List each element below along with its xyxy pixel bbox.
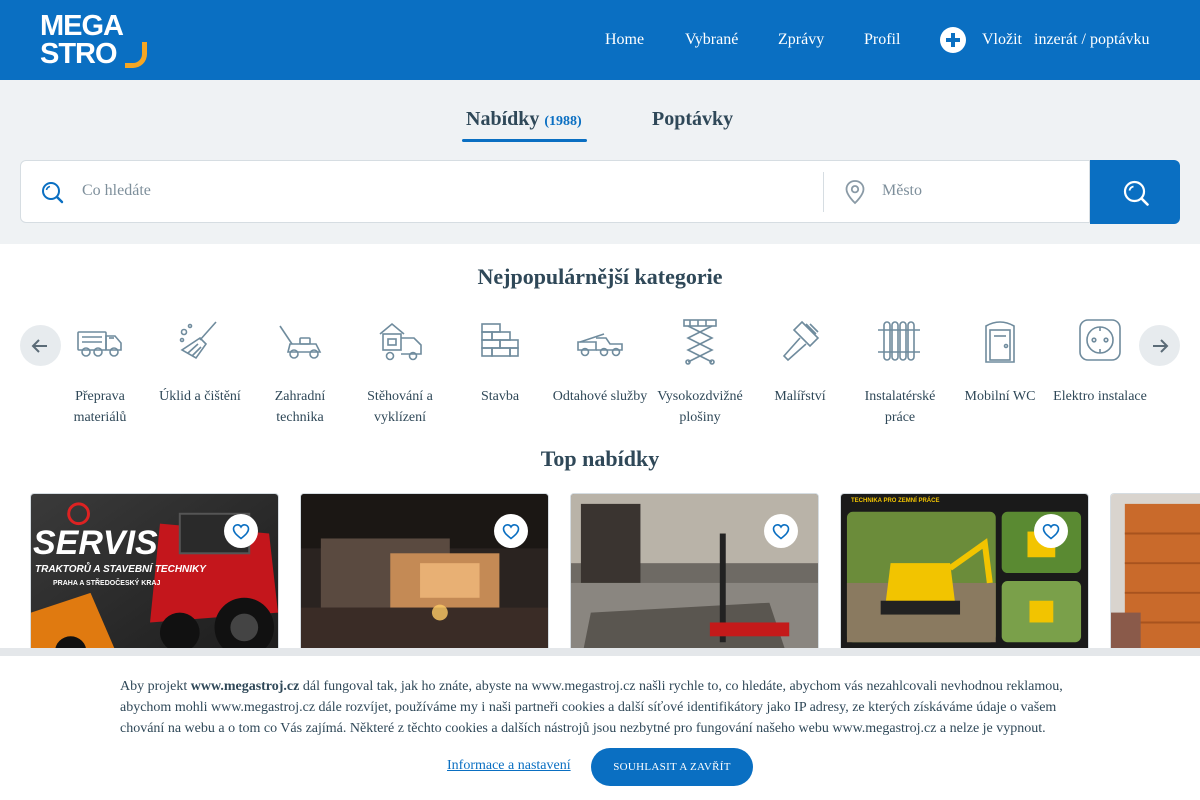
category-label: Stěhování a vyklízení <box>367 389 433 425</box>
heart-icon <box>232 523 250 540</box>
category-lifts[interactable]: Vysokozdvižné plošiny <box>650 316 750 428</box>
favorite-button[interactable] <box>1034 514 1068 548</box>
category-moving[interactable]: Stěhování a vyklízení <box>350 316 450 428</box>
tab-offers-label: Nabídky <box>466 108 540 130</box>
offer-card[interactable] <box>1110 493 1200 663</box>
category-towing[interactable]: Odtahové služby <box>550 316 650 407</box>
plus-circle-icon[interactable] <box>940 27 966 53</box>
search-icon <box>42 182 64 204</box>
category-label: Zahradní technika <box>274 389 326 425</box>
cookie-accept-button[interactable]: SOUHLASIT A ZAVŘÍT <box>591 748 753 786</box>
favorite-button[interactable] <box>224 514 258 548</box>
active-tab-indicator <box>462 139 587 142</box>
heart-icon <box>1042 523 1060 540</box>
tab-offers-count: (1988) <box>544 114 582 129</box>
search-submit-button[interactable] <box>1090 160 1180 224</box>
cookie-text-intro: Aby projekt <box>120 679 191 694</box>
category-label: Instalatérské práce <box>864 389 936 425</box>
favorite-button[interactable] <box>494 514 528 548</box>
city-input[interactable] <box>872 162 1082 220</box>
category-label: Úklid a čištění <box>159 389 241 404</box>
offer-card[interactable]: SERVIS TRAKTORŮ A STAVEBNÍ TECHNIKY PRAH… <box>30 493 279 663</box>
arrow-left-icon <box>31 339 47 353</box>
nav-messages[interactable]: Zprávy <box>778 0 824 80</box>
heart-icon <box>772 523 790 540</box>
cookie-text-domain: www.megastroj.cz <box>190 679 300 694</box>
category-label: Přeprava materiálů <box>73 389 127 425</box>
tab-requests[interactable]: Poptávky <box>652 108 733 131</box>
nav-insert-listing[interactable]: Vložit inzerát / poptávku <box>982 0 1150 80</box>
favorite-button[interactable] <box>764 514 798 548</box>
category-painting[interactable]: Malířství <box>750 316 850 407</box>
category-transport[interactable]: Přeprava materiálů <box>50 316 150 428</box>
radiator-icon <box>878 321 920 361</box>
category-plumbing[interactable]: Instalatérské práce <box>850 316 950 428</box>
scissor-lift-icon <box>683 319 717 365</box>
location-pin-icon <box>845 180 865 205</box>
moving-van-icon <box>379 322 422 361</box>
tab-offers[interactable]: Nabídky (1988) <box>466 108 582 131</box>
paint-brush-icon <box>782 320 820 362</box>
category-electrical[interactable]: Elektro instalace <box>1050 316 1150 407</box>
truck-icon <box>77 331 122 357</box>
card-overlay-subtitle: TRAKTORŮ A STAVEBNÍ TECHNIKY <box>35 564 206 575</box>
card-overlay-title: SERVIS <box>33 524 158 562</box>
site-header: MEGA STRO Home Vybrané Zprávy Profil Vlo… <box>0 0 1200 80</box>
category-label: Mobilní WC <box>964 389 1036 404</box>
offers-title: Top nabídky <box>540 446 660 471</box>
category-garden[interactable]: Zahradní technika <box>250 316 350 428</box>
nav-selected[interactable]: Vybrané <box>685 0 738 80</box>
garage-door-photo <box>1111 494 1200 662</box>
tow-truck-icon <box>577 333 623 357</box>
category-label: Malířství <box>774 389 826 404</box>
search-input[interactable] <box>72 162 812 220</box>
offer-card[interactable]: TECHNIKA PRO ZEMNÍ PRÁCE <box>840 493 1089 663</box>
search-icon <box>1123 180 1149 206</box>
category-label: Odtahové služby <box>552 389 648 404</box>
category-mobile-wc[interactable]: Mobilní WC <box>950 316 1050 407</box>
category-construction[interactable]: Stavba <box>450 316 550 407</box>
broom-icon <box>179 321 217 360</box>
cookie-settings-link[interactable]: Informace a nastavení <box>447 758 571 774</box>
nav-profile[interactable]: Profil <box>864 0 900 80</box>
card-overlay-title: TECHNIKA PRO ZEMNÍ PRÁCE <box>851 498 940 504</box>
card-overlay-region: PRAHA A STŘEDOČESKÝ KRAJ <box>53 580 161 587</box>
category-label: Stavba <box>480 389 520 404</box>
category-label: Vysokozdvižné plošiny <box>657 389 743 425</box>
cookie-consent-bar: Aby projekt www.megastroj.cz dál fungova… <box>0 648 1200 800</box>
category-label: Elektro instalace <box>1053 389 1147 404</box>
offer-card[interactable] <box>300 493 549 663</box>
logo[interactable]: MEGA STRO <box>40 10 150 70</box>
logo-line-1: MEGA <box>40 10 124 42</box>
heart-icon <box>502 523 520 540</box>
power-socket-icon <box>1079 319 1121 361</box>
arrow-right-icon <box>1153 339 1169 353</box>
bricks-icon <box>481 323 519 357</box>
category-cleaning[interactable]: Úklid a čištění <box>150 316 250 407</box>
nav-home[interactable]: Home <box>605 0 644 80</box>
portable-toilet-icon <box>985 321 1015 363</box>
search-divider <box>823 172 824 212</box>
offer-card[interactable] <box>570 493 819 663</box>
logo-line-2: STRO <box>40 38 118 70</box>
categories-title: Nejpopulárnější kategorie <box>477 264 723 289</box>
lawn-mower-icon <box>279 325 322 359</box>
cookie-text: Aby projekt www.megastroj.cz dál fungova… <box>120 676 1080 739</box>
logo-j-mark <box>125 42 147 68</box>
